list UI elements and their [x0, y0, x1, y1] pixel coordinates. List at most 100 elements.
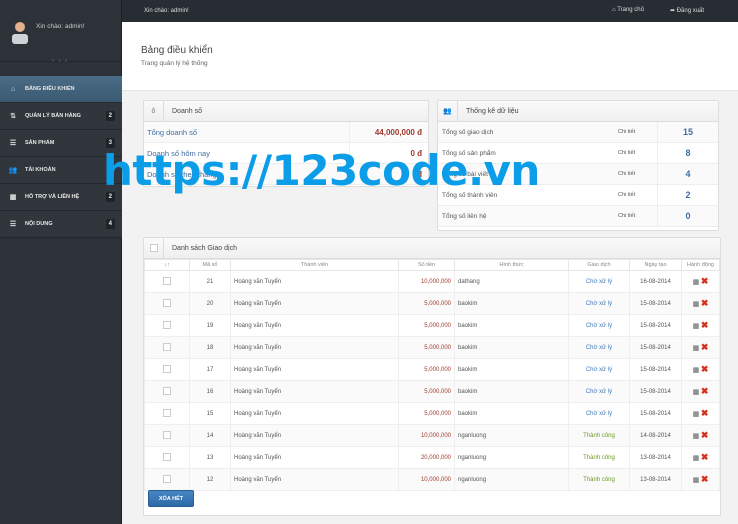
delete-icon[interactable]: ✖: [701, 386, 709, 396]
date-cell: 13-08-2014: [629, 468, 682, 491]
id-cell: 16: [189, 380, 231, 403]
method-cell: dathang: [454, 270, 569, 293]
member-cell: Hoàng văn Tuyển: [230, 358, 399, 381]
sales-label[interactable]: Doanh số theo tháng: [144, 164, 350, 184]
delete-icon[interactable]: ✖: [701, 342, 709, 352]
row-checkbox[interactable]: [163, 430, 171, 439]
transactions-title: Danh sách Giao dịch: [172, 244, 237, 252]
delete-icon[interactable]: ✖: [701, 452, 709, 462]
view-icon[interactable]: ▦: [693, 279, 700, 286]
stats-label: Tổng số giao dịch: [442, 128, 494, 136]
method-cell: nganluong: [454, 468, 569, 491]
sales-value: 0 đ: [410, 148, 422, 158]
sidebar-item-4[interactable]: ▦ HỖ TRỢ VÀ LIÊN HỆ 2: [0, 184, 122, 211]
status-cell: Thành công: [568, 468, 630, 491]
column-header[interactable]: Hình thức: [454, 259, 569, 271]
stats-value: 8: [685, 148, 691, 158]
sidebar-item-3[interactable]: 👥 TÀI KHOẢN: [0, 157, 122, 184]
sidebar-item-2[interactable]: ☰ SẢN PHẨM 3: [0, 130, 122, 157]
status-cell: Chờ xử lý: [568, 292, 630, 315]
member-cell: Hoàng văn Tuyển: [230, 336, 399, 359]
row-checkbox[interactable]: [163, 276, 171, 285]
view-icon[interactable]: ▦: [693, 345, 700, 352]
select-all-checkbox[interactable]: [144, 237, 164, 259]
delete-icon[interactable]: ✖: [701, 408, 709, 418]
method-cell: baokim: [454, 336, 569, 359]
table-row: 21 Hoàng văn Tuyển 10,000,000 dathang Ch…: [144, 270, 720, 293]
delete-icon[interactable]: ✖: [701, 298, 709, 308]
method-cell: baokim: [454, 358, 569, 381]
row-checkbox[interactable]: [163, 342, 171, 351]
detail-link[interactable]: Chi tiết: [618, 143, 658, 163]
sidebar-item-label: NỘI DUNG: [25, 221, 53, 227]
page-title: Bảng điều khiển: [141, 45, 213, 56]
row-checkbox[interactable]: [163, 452, 171, 461]
user-box: Xin chào: admin! • • •: [0, 0, 121, 65]
view-icon[interactable]: ▦: [693, 389, 700, 396]
delete-icon[interactable]: ✖: [701, 430, 709, 440]
sales-value: đ: [417, 169, 422, 179]
detail-link[interactable]: Chi tiết: [618, 185, 658, 205]
delete-icon[interactable]: ✖: [701, 320, 709, 330]
column-header[interactable]: ↓↑: [144, 259, 190, 271]
stats-label: Tổng số sản phẩm: [442, 149, 496, 157]
date-cell: 13-08-2014: [629, 446, 682, 469]
sales-label[interactable]: Doanh số hôm nay: [144, 143, 350, 163]
stats-title: Thống kê dữ liệu: [466, 107, 519, 115]
view-icon[interactable]: ▦: [693, 301, 700, 308]
sidebar-item-0[interactable]: ⌂ BẢNG ĐIỀU KHIỂN: [0, 76, 122, 103]
delete-icon[interactable]: ✖: [701, 474, 709, 484]
delete-icon[interactable]: ✖: [701, 276, 709, 286]
column-header[interactable]: Hành động: [681, 259, 720, 271]
sidebar-item-5[interactable]: ☰ NỘI DUNG 4: [0, 211, 122, 238]
stats-value: 2: [685, 190, 691, 200]
column-header[interactable]: Thành viên: [230, 259, 399, 271]
date-cell: 14-08-2014: [629, 424, 682, 447]
view-icon[interactable]: ▦: [693, 455, 700, 462]
column-header[interactable]: Số tiền: [398, 259, 455, 271]
method-cell: baokim: [454, 314, 569, 337]
sales-row: Doanh số theo tháng đ: [144, 164, 428, 185]
view-icon[interactable]: ▦: [693, 433, 700, 440]
delete-icon[interactable]: ✖: [701, 364, 709, 374]
view-icon[interactable]: ▦: [693, 477, 700, 484]
sales-title: Doanh số: [172, 107, 202, 115]
sidebar-item-1[interactable]: ⇅ QUẢN LÝ BÁN HÀNG 2: [0, 103, 122, 130]
row-checkbox[interactable]: [163, 474, 171, 483]
users-icon: 👥: [438, 100, 458, 122]
amount-cell: 5,000,000: [398, 358, 455, 381]
home-link[interactable]: ⌂ Trang chủ: [612, 7, 644, 13]
view-icon[interactable]: ▦: [693, 323, 700, 330]
column-header[interactable]: Mã số: [189, 259, 231, 271]
amount-cell: 20,000,000: [398, 446, 455, 469]
sidebar-menu: ⌂ BẢNG ĐIỀU KHIỂN ⇅ QUẢN LÝ BÁN HÀNG 2 ☰ SẢN P…: [0, 76, 122, 238]
clear-all-button[interactable]: XÓA HẾT: [148, 490, 194, 507]
users-icon: 👥: [8, 167, 18, 174]
topbar-greeting: Xin chào: admin!: [144, 8, 189, 14]
stats-panel: 👥 Thống kê dữ liệu Tổng số giao dịch Chi t…: [437, 100, 719, 231]
id-cell: 12: [189, 468, 231, 491]
column-header[interactable]: Ngày tạo: [629, 259, 682, 271]
row-checkbox[interactable]: [163, 408, 171, 417]
list-icon: ☰: [9, 140, 17, 147]
id-cell: 15: [189, 402, 231, 425]
row-checkbox[interactable]: [163, 364, 171, 373]
detail-link[interactable]: Chi tiết: [618, 122, 658, 142]
view-icon[interactable]: ▦: [693, 367, 700, 374]
view-icon[interactable]: ▦: [693, 411, 700, 418]
id-cell: 18: [189, 336, 231, 359]
sales-label[interactable]: Tổng doanh số: [144, 122, 350, 142]
table-row: 20 Hoàng văn Tuyển 5,000,000 baokim Chờ …: [144, 292, 720, 315]
row-checkbox[interactable]: [163, 298, 171, 307]
list-icon: ☰: [9, 221, 17, 228]
column-header[interactable]: Giao dịch: [568, 259, 630, 271]
logout-link[interactable]: ➦ Đăng xuất: [670, 7, 704, 14]
amount-cell: 10,000,000: [398, 270, 455, 293]
stats-label: Tổng số bài viết: [442, 170, 488, 178]
id-cell: 19: [189, 314, 231, 337]
row-checkbox[interactable]: [163, 386, 171, 395]
detail-link[interactable]: Chi tiết: [618, 206, 658, 226]
amount-cell: 5,000,000: [398, 314, 455, 337]
row-checkbox[interactable]: [163, 320, 171, 329]
detail-link[interactable]: Chi tiết: [618, 164, 658, 184]
